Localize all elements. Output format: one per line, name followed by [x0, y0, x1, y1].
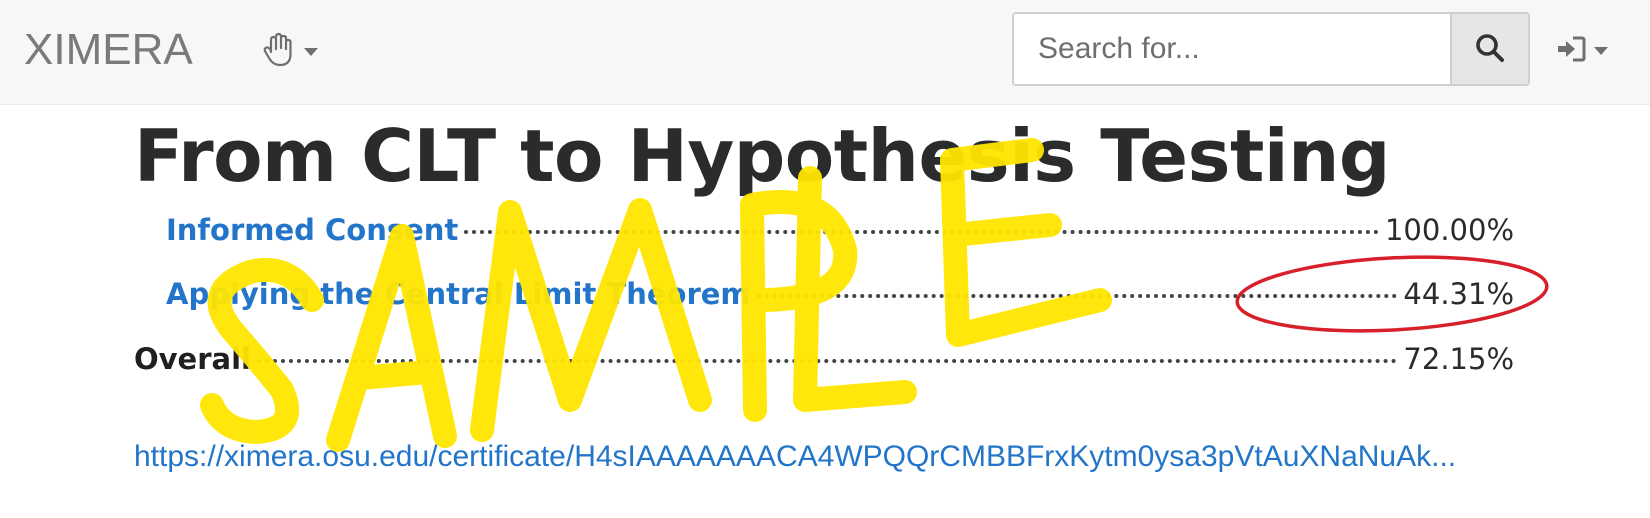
- activity-row: Informed Consent 100.00%: [166, 213, 1514, 247]
- top-navbar: XIMERA: [0, 0, 1650, 105]
- certificate-link[interactable]: https://ximera.osu.edu/certificate/H4sIA…: [134, 440, 1514, 474]
- overall-label: Overall: [134, 342, 251, 376]
- login-menu-toggle[interactable]: [1556, 36, 1608, 66]
- overall-row: Overall 72.15%: [134, 342, 1514, 376]
- chevron-down-icon: [304, 48, 318, 56]
- search-form: [1012, 12, 1530, 86]
- search-input[interactable]: [1014, 14, 1450, 84]
- sign-in-icon: [1556, 36, 1586, 66]
- overall-score: 72.15%: [1403, 342, 1514, 376]
- tool-menu-toggle[interactable]: [262, 32, 318, 72]
- activity-link-applying-clt[interactable]: Applying the Central Limit Theorem: [166, 277, 751, 311]
- dot-leader: [256, 359, 1398, 363]
- ximera-logo[interactable]: XIMERA: [24, 28, 193, 72]
- activity-score: 100.00%: [1384, 213, 1514, 247]
- dot-leader: [756, 294, 1398, 298]
- search-icon: [1475, 33, 1505, 66]
- activity-row: Applying the Central Limit Theorem 44.31…: [166, 277, 1514, 311]
- hand-pointer-icon: [262, 32, 294, 72]
- activity-score: 44.31%: [1403, 277, 1514, 311]
- search-button[interactable]: [1450, 14, 1528, 84]
- page-title: From CLT to Hypothesis Testing: [134, 114, 1390, 198]
- dot-leader: [464, 230, 1379, 234]
- chevron-down-icon: [1594, 47, 1608, 55]
- activity-link-informed-consent[interactable]: Informed Consent: [166, 213, 458, 247]
